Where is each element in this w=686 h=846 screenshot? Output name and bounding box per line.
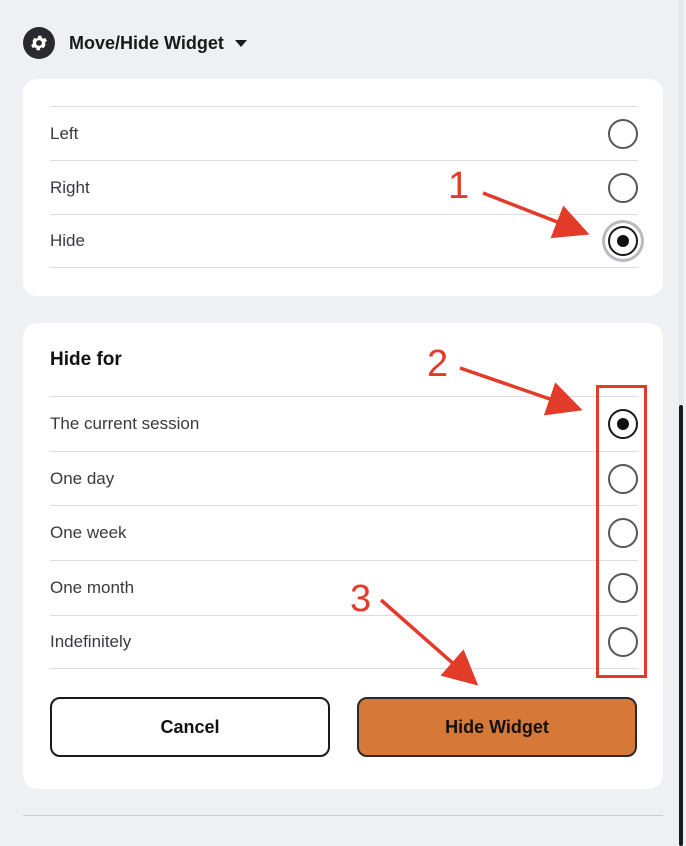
option-label: One day	[50, 468, 115, 488]
radio-hide[interactable]	[608, 226, 638, 256]
option-label: One week	[50, 522, 127, 542]
radio-right[interactable]	[608, 172, 638, 203]
annotation-number-2: 2	[427, 343, 449, 385]
option-hide[interactable]: Hide	[50, 214, 638, 268]
annotation-number-3: 3	[350, 578, 372, 620]
scrollbar-thumb[interactable]	[679, 405, 683, 846]
option-label: Left	[50, 123, 79, 143]
option-label: Right	[50, 177, 90, 197]
gear-icon	[23, 27, 55, 59]
option-indefinitely[interactable]: Indefinitely	[50, 615, 638, 669]
option-label: Hide	[50, 231, 85, 250]
option-right[interactable]: Right	[50, 160, 638, 214]
option-label: The current session	[50, 413, 200, 433]
radio-left[interactable]	[608, 118, 638, 149]
option-current-session[interactable]: The current session	[50, 396, 638, 450]
widget-menu-header[interactable]: Move/Hide Widget	[23, 26, 247, 60]
widget-menu-title: Move/Hide Widget	[69, 32, 224, 53]
section-title: Hide for	[50, 349, 122, 370]
option-one-week[interactable]: One week	[50, 505, 638, 559]
annotation-highlight-box	[596, 385, 647, 678]
option-label: One month	[50, 577, 135, 597]
cancel-button[interactable]: Cancel	[50, 697, 330, 757]
chevron-down-icon[interactable]	[234, 39, 247, 47]
option-one-day[interactable]: One day	[50, 451, 638, 505]
option-one-month[interactable]: One month	[50, 560, 638, 614]
option-label: Indefinitely	[50, 632, 132, 651]
option-left[interactable]: Left	[50, 106, 638, 160]
divider	[23, 815, 663, 816]
hide-for-card: Hide for The current session One day One…	[23, 323, 663, 789]
hide-widget-button[interactable]: Hide Widget	[357, 697, 637, 757]
position-card: Left Right Hide	[23, 79, 663, 296]
annotation-number-1: 1	[448, 165, 470, 207]
